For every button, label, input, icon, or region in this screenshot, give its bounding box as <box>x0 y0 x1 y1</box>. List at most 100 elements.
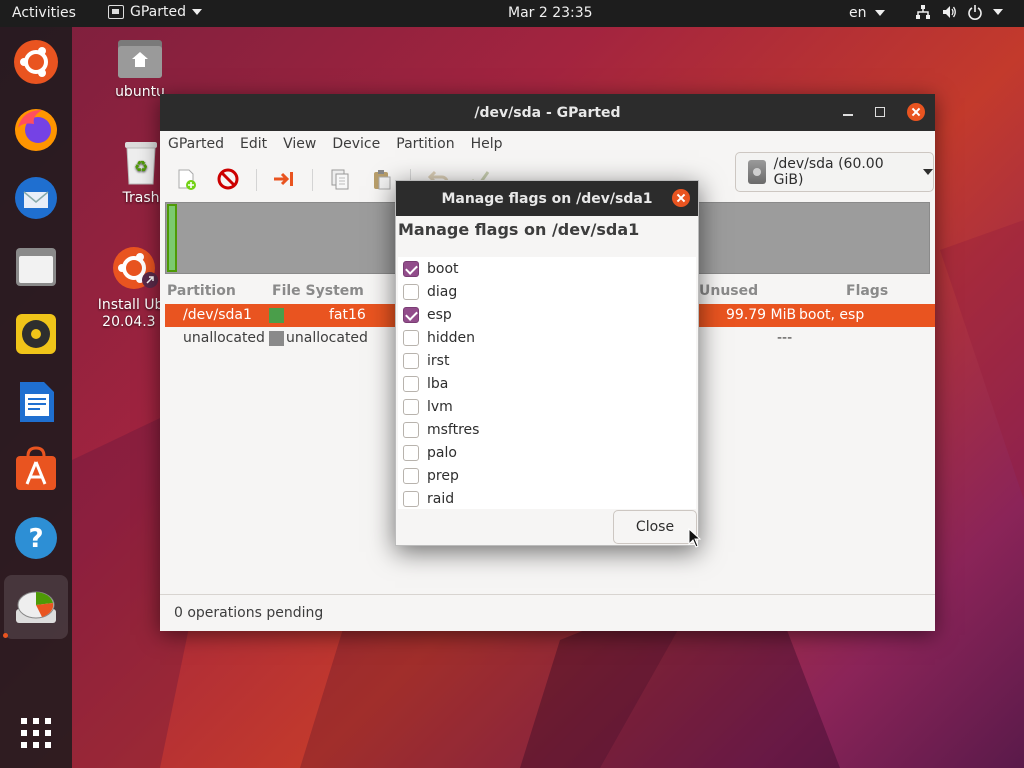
paste-button[interactable] <box>368 165 396 193</box>
activities-button[interactable]: Activities <box>12 5 76 21</box>
new-partition-button[interactable] <box>172 165 200 193</box>
dock-rhythmbox[interactable] <box>10 308 62 360</box>
flag-checkbox-lvm[interactable] <box>403 398 419 415</box>
dialog-title: Manage flags on /dev/sda1 <box>441 190 653 207</box>
flag-row-lvm[interactable]: lvm <box>398 395 696 418</box>
close-button[interactable]: Close <box>613 510 697 544</box>
minimize-button[interactable] <box>843 114 853 116</box>
close-dialog-button[interactable] <box>672 189 690 207</box>
delete-partition-button[interactable] <box>214 165 242 193</box>
flag-label: esp <box>427 306 452 323</box>
dock-ubuntu-installer[interactable] <box>10 36 62 88</box>
flag-checkbox-esp[interactable] <box>403 306 419 323</box>
flag-row-palo[interactable]: palo <box>398 441 696 464</box>
status-bar: 0 operations pending <box>160 594 935 631</box>
flag-row-msftres[interactable]: msftres <box>398 418 696 441</box>
flag-row-lba[interactable]: lba <box>398 372 696 395</box>
menu-view[interactable]: View <box>283 136 316 152</box>
top-bar: Activities GParted Mar 2 23:35 en <box>0 0 1024 27</box>
flag-label: boot <box>427 260 459 277</box>
flag-checkbox-diag[interactable] <box>403 283 419 300</box>
close-window-button[interactable] <box>907 103 925 121</box>
flag-checkbox-boot[interactable] <box>403 260 419 277</box>
menu-help[interactable]: Help <box>471 136 503 152</box>
window-titlebar[interactable]: /dev/sda - GParted <box>160 94 935 131</box>
filesystem-name: unallocated <box>286 330 368 346</box>
show-apps-icon <box>21 718 51 748</box>
flag-checkbox-msftres[interactable] <box>403 421 419 438</box>
dock-thunderbird[interactable] <box>10 172 62 224</box>
delete-icon <box>217 168 239 190</box>
dock-gparted[interactable] <box>4 575 68 639</box>
chevron-down-icon <box>993 9 1003 15</box>
chevron-down-icon <box>923 169 933 175</box>
flag-checkbox-raid[interactable] <box>403 490 419 507</box>
files-icon <box>16 248 56 286</box>
volume-icon <box>943 6 956 18</box>
device-selector[interactable]: /dev/sda (60.00 GiB) <box>735 152 934 192</box>
language-indicator[interactable]: en <box>849 5 885 21</box>
menu-device[interactable]: Device <box>332 136 380 152</box>
partition-graphic-sda1[interactable] <box>167 204 177 272</box>
firefox-icon <box>15 109 57 151</box>
software-center-icon <box>16 446 56 490</box>
status-text: 0 operations pending <box>174 605 324 621</box>
flags-list: boot diag esp hidden irst lba lvm msftre… <box>398 257 696 509</box>
menu-gparted[interactable]: GParted <box>168 136 224 152</box>
thunderbird-icon <box>15 177 57 219</box>
flags-value: boot, esp <box>799 307 865 323</box>
partition-name: /dev/sda1 <box>183 307 252 323</box>
paste-icon <box>374 170 391 190</box>
flag-row-irst[interactable]: irst <box>398 349 696 372</box>
desktop-icon-trash[interactable]: ♻ Trash <box>116 140 166 206</box>
copy-button[interactable] <box>326 165 354 193</box>
svg-text:♻: ♻ <box>134 157 148 176</box>
app-menu[interactable]: GParted <box>108 4 202 20</box>
flag-checkbox-hidden[interactable] <box>403 329 419 346</box>
dock-software[interactable] <box>10 444 62 496</box>
desktop-icon-label: Trash <box>122 190 160 206</box>
dock-libreoffice-writer[interactable] <box>10 376 62 428</box>
flag-label: palo <box>427 444 457 461</box>
active-indicator <box>3 633 8 638</box>
column-header-partition[interactable]: Partition <box>167 283 236 299</box>
dock-help[interactable]: ? <box>10 512 62 564</box>
system-menu[interactable] <box>915 4 1003 20</box>
desktop-icon-home[interactable]: ubuntu <box>108 36 172 100</box>
device-selector-label: /dev/sda (60.00 GiB) <box>773 156 884 188</box>
flag-checkbox-lba[interactable] <box>403 375 419 392</box>
flag-row-hidden[interactable]: hidden <box>398 326 696 349</box>
flag-checkbox-irst[interactable] <box>403 352 419 369</box>
column-header-flags[interactable]: Flags <box>846 283 888 299</box>
clock[interactable]: Mar 2 23:35 <box>508 5 593 21</box>
resize-move-button[interactable] <box>270 165 298 193</box>
menu-partition[interactable]: Partition <box>396 136 454 152</box>
flag-label: diag <box>427 283 458 300</box>
flag-label: hidden <box>427 329 476 346</box>
window-title: /dev/sda - GParted <box>474 104 621 121</box>
toolbar-separator <box>256 169 257 191</box>
dock-files[interactable] <box>10 240 62 292</box>
flag-label: raid <box>427 490 455 507</box>
column-header-unused[interactable]: Unused <box>699 283 758 299</box>
menu-edit[interactable]: Edit <box>240 136 267 152</box>
flag-checkbox-palo[interactable] <box>403 444 419 461</box>
network-icon <box>916 5 930 19</box>
column-header-filesystem[interactable]: File System <box>272 283 364 299</box>
unused-value: 99.79 MiB <box>726 307 797 323</box>
flag-row-boot[interactable]: boot <box>398 257 696 280</box>
dialog-titlebar[interactable]: Manage flags on /dev/sda1 <box>396 181 698 216</box>
copy-icon <box>331 169 349 190</box>
flag-row-esp[interactable]: esp <box>398 303 696 326</box>
flag-checkbox-prep[interactable] <box>403 467 419 484</box>
partition-name: unallocated <box>183 330 265 346</box>
flag-label: lba <box>427 375 449 392</box>
dock-firefox[interactable] <box>10 104 62 156</box>
dock-show-apps[interactable] <box>10 707 62 759</box>
flag-row-prep[interactable]: prep <box>398 464 696 487</box>
flag-row-diag[interactable]: diag <box>398 280 696 303</box>
maximize-button[interactable] <box>875 107 885 117</box>
flag-row-raid[interactable]: raid <box>398 487 696 510</box>
new-partition-icon <box>178 169 196 190</box>
rhythmbox-icon <box>16 314 56 354</box>
